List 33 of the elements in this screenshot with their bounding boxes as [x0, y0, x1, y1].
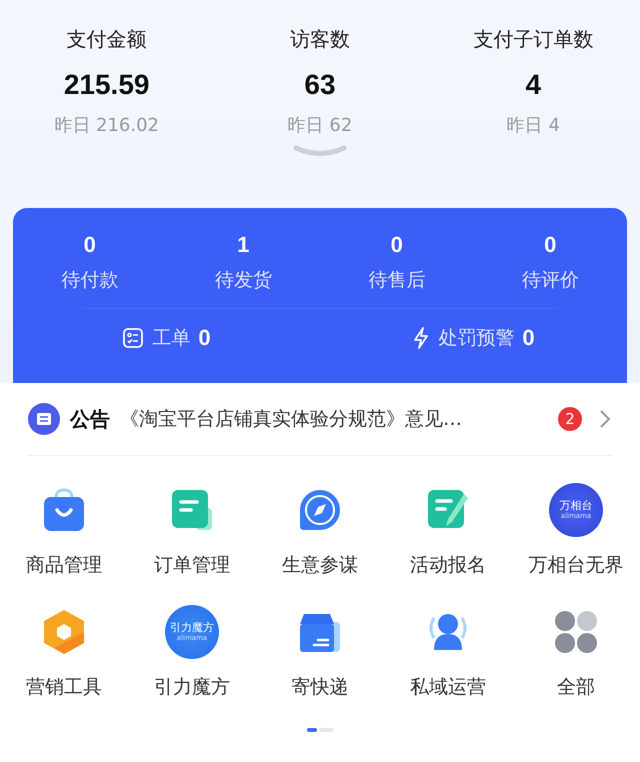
order-status[interactable]: 0 待售后 — [320, 230, 474, 294]
checklist-icon — [122, 327, 144, 349]
tool-shortcut[interactable]: 商品管理 — [0, 480, 128, 578]
stat-yesterday: 昨日 216.02 — [54, 114, 160, 138]
notice-text: 《淘宝平台店铺真实体验分规范》意见… — [120, 407, 463, 432]
tool-shortcut[interactable]: 寄快递 — [256, 602, 384, 700]
stat-value: 63 — [304, 68, 336, 102]
stat-label: 支付子订单数 — [473, 26, 594, 53]
tool-shortcut[interactable]: 订单管理 — [128, 480, 256, 578]
extra-link[interactable]: 处罚预警 0 — [320, 325, 627, 351]
lightning-icon — [412, 326, 430, 350]
notice-icon — [28, 403, 60, 435]
tool-shortcut[interactable]: 活动报名 — [384, 480, 512, 578]
tool-shortcut[interactable]: 全部 — [512, 602, 640, 700]
notice-bar[interactable]: 公告 《淘宝平台店铺真实体验分规范》意见… 2 — [28, 383, 612, 456]
order-status[interactable]: 0 待付款 — [13, 230, 166, 294]
stat-yesterday: 昨日 4 — [506, 114, 560, 138]
extra-link[interactable]: 工单 0 — [13, 325, 320, 351]
stat-label: 支付金额 — [66, 26, 147, 53]
stat-yesterday: 昨日 62 — [288, 114, 352, 138]
stat-label: 访客数 — [290, 26, 350, 53]
stat-value: 215.59 — [64, 68, 150, 102]
tool-shortcut[interactable]: 私域运营 — [384, 602, 512, 700]
unread-count: 2 — [558, 407, 582, 431]
notice-tag: 公告 — [70, 406, 110, 432]
chevron-down-icon[interactable] — [292, 145, 348, 159]
order-status[interactable]: 1 待发货 — [166, 230, 320, 294]
tool-shortcut[interactable]: 生意参谋 — [256, 480, 384, 578]
tool-shortcut[interactable]: 营销工具 — [0, 602, 128, 700]
order-status[interactable]: 0 待评价 — [474, 230, 627, 294]
chevron-right-icon — [598, 408, 612, 430]
grid-icon — [552, 608, 600, 656]
stat-value: 4 — [526, 68, 542, 102]
